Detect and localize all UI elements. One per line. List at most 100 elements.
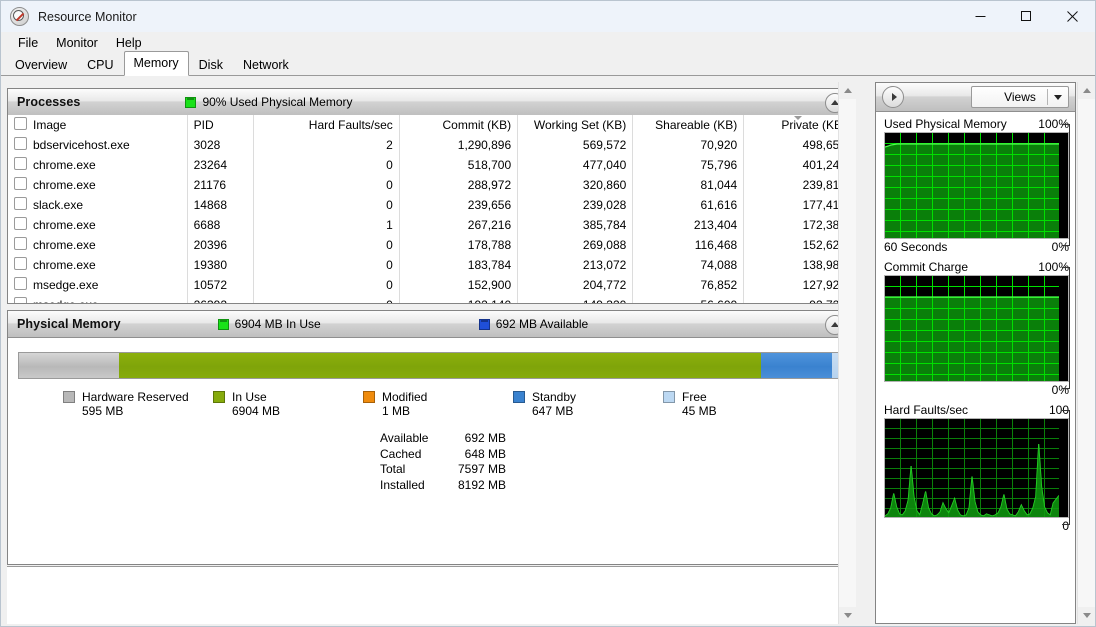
- memory-stats: Available 692 MB Cached 648 MB Total 759…: [380, 431, 853, 493]
- row-checkbox[interactable]: [14, 296, 27, 303]
- menu-bar: File Monitor Help: [1, 32, 1095, 53]
- expand-panel-button[interactable]: [882, 86, 904, 108]
- resource-monitor-icon: [10, 7, 29, 26]
- processes-panel-header[interactable]: Processes 90% Used Physical Memory: [8, 89, 853, 116]
- graph-1-header: Used Physical Memory 100%: [884, 116, 1069, 132]
- tab-disk[interactable]: Disk: [189, 54, 233, 76]
- graph-3-canvas: [884, 418, 1069, 518]
- chevron-down-icon: [1082, 613, 1091, 618]
- cell-image: msedge.exe: [33, 298, 98, 304]
- tab-overview[interactable]: Overview: [5, 54, 77, 76]
- cell-pid: 21176: [187, 175, 254, 195]
- column-header-image[interactable]: Image: [8, 115, 188, 135]
- column-header-hard-faults[interactable]: Hard Faults/sec: [253, 115, 400, 135]
- tab-network[interactable]: Network: [233, 54, 299, 76]
- cell-shareable: 75,796: [632, 155, 745, 175]
- right-pane-scrollbar[interactable]: [1077, 82, 1095, 624]
- row-checkbox[interactable]: [14, 176, 27, 190]
- cell-working-set: 320,860: [517, 175, 634, 195]
- cell-commit: 183,784: [399, 255, 519, 275]
- modified-value: 1 MB: [382, 404, 411, 418]
- cell-hard-faults: 1: [253, 215, 400, 235]
- row-checkbox[interactable]: [14, 156, 27, 170]
- tab-cpu[interactable]: CPU: [77, 54, 123, 76]
- main-body: Processes 90% Used Physical Memory Image…: [1, 78, 1095, 626]
- cell-private: 152,620: [743, 235, 853, 255]
- column-header-working-set[interactable]: Working Set (KB): [517, 115, 634, 135]
- right-pane: Views Used Physical Memory 100% 60 Secon…: [875, 82, 1095, 624]
- scrollbar-track[interactable]: [1078, 99, 1095, 607]
- table-row[interactable]: slack.exe 14868 0 239,656 239,028 61,616…: [8, 195, 853, 215]
- table-row[interactable]: chrome.exe 23264 0 518,700 477,040 75,79…: [8, 155, 853, 175]
- cell-image: chrome.exe: [33, 257, 96, 272]
- cell-working-set: 385,784: [517, 215, 634, 235]
- cell-shareable: 70,920: [632, 135, 745, 155]
- graph-panel-header: Views: [876, 83, 1075, 112]
- cell-working-set: 204,772: [517, 275, 634, 295]
- minimize-button[interactable]: [957, 1, 1003, 32]
- hardware-reserved-label: Hardware Reserved: [82, 390, 189, 404]
- title-bar: Resource Monitor: [1, 1, 1095, 32]
- table-row[interactable]: chrome.exe 21176 0 288,972 320,860 81,04…: [8, 175, 853, 195]
- cell-working-set: 239,028: [517, 195, 634, 215]
- row-checkbox[interactable]: [14, 236, 27, 250]
- used-physical-memory-label: 90% Used Physical Memory: [202, 95, 353, 109]
- in-use-legend: 6904 MB In Use: [217, 317, 321, 331]
- table-row[interactable]: msedge.exe 10572 0 152,900 204,772 76,85…: [8, 275, 853, 295]
- menu-monitor[interactable]: Monitor: [47, 34, 107, 52]
- scroll-down-arrow[interactable]: [839, 607, 856, 624]
- tab-memory[interactable]: Memory: [123, 51, 189, 76]
- chevron-up-icon: [1082, 88, 1091, 93]
- legend-in-use: In Use 6904 MB: [213, 390, 363, 419]
- scroll-up-arrow[interactable]: [839, 82, 856, 99]
- views-button[interactable]: Views: [971, 86, 1069, 108]
- scroll-up-arrow[interactable]: [1078, 82, 1095, 99]
- scrollbar-track[interactable]: [839, 99, 856, 607]
- column-header-commit[interactable]: Commit (KB): [399, 115, 519, 135]
- sort-descending-icon: [794, 116, 803, 120]
- chevron-up-icon: [843, 88, 852, 93]
- cell-private: 138,984: [743, 255, 853, 275]
- table-row[interactable]: chrome.exe 19380 0 183,784 213,072 74,08…: [8, 255, 853, 275]
- column-header-private[interactable]: Private (KB): [743, 115, 853, 135]
- column-header-pid[interactable]: PID: [187, 115, 254, 135]
- maximize-button[interactable]: [1003, 1, 1049, 32]
- cell-pid: 23264: [187, 155, 254, 175]
- cell-private: 127,920: [743, 275, 853, 295]
- row-checkbox[interactable]: [14, 256, 27, 270]
- table-row[interactable]: msedge.exe 26392 0 192,140 149,320 56,60…: [8, 295, 853, 303]
- row-checkbox[interactable]: [14, 136, 27, 150]
- legend-free: Free 45 MB: [663, 390, 813, 419]
- cell-image: bdservicehost.exe: [33, 137, 130, 152]
- table-row[interactable]: chrome.exe 20396 0 178,788 269,088 116,4…: [8, 235, 853, 255]
- window-title: Resource Monitor: [38, 9, 137, 24]
- row-checkbox[interactable]: [14, 216, 27, 230]
- physical-memory-panel-header[interactable]: Physical Memory 6904 MB In Use 692 MB Av…: [8, 311, 853, 338]
- cell-image: msedge.exe: [33, 277, 99, 292]
- graph-3-plot: [885, 419, 1059, 517]
- close-button[interactable]: [1049, 1, 1095, 32]
- bar-segment-in-use: [118, 353, 761, 378]
- free-value: 45 MB: [682, 404, 717, 418]
- cell-shareable: 74,088: [632, 255, 745, 275]
- processes-table-wrap[interactable]: Image PID Hard Faults/sec Commit (KB) Wo…: [8, 115, 853, 303]
- physical-memory-title: Physical Memory: [17, 317, 121, 331]
- cell-private: 498,652: [743, 135, 853, 155]
- graph-commit-charge: Commit Charge 100% 0%: [884, 259, 1070, 398]
- row-checkbox[interactable]: [14, 276, 27, 290]
- column-header-shareable[interactable]: Shareable (KB): [632, 115, 745, 135]
- stat-available: Available 692 MB: [380, 431, 506, 445]
- scroll-down-arrow[interactable]: [1078, 607, 1095, 624]
- menu-help[interactable]: Help: [107, 34, 151, 52]
- cell-pid: 26392: [187, 295, 254, 303]
- left-pane-scrollbar[interactable]: [838, 82, 856, 624]
- graph-1-plot: [885, 133, 1059, 238]
- table-row[interactable]: chrome.exe 6688 1 267,216 385,784 213,40…: [8, 215, 853, 235]
- graph-3-header: Hard Faults/sec 100: [884, 402, 1069, 418]
- cell-commit: 192,140: [399, 295, 519, 303]
- select-all-checkbox[interactable]: [14, 117, 27, 130]
- cell-private: 92,720: [743, 295, 853, 303]
- menu-file[interactable]: File: [9, 34, 47, 52]
- row-checkbox[interactable]: [14, 196, 27, 210]
- table-row[interactable]: bdservicehost.exe 3028 2 1,290,896 569,5…: [8, 135, 853, 155]
